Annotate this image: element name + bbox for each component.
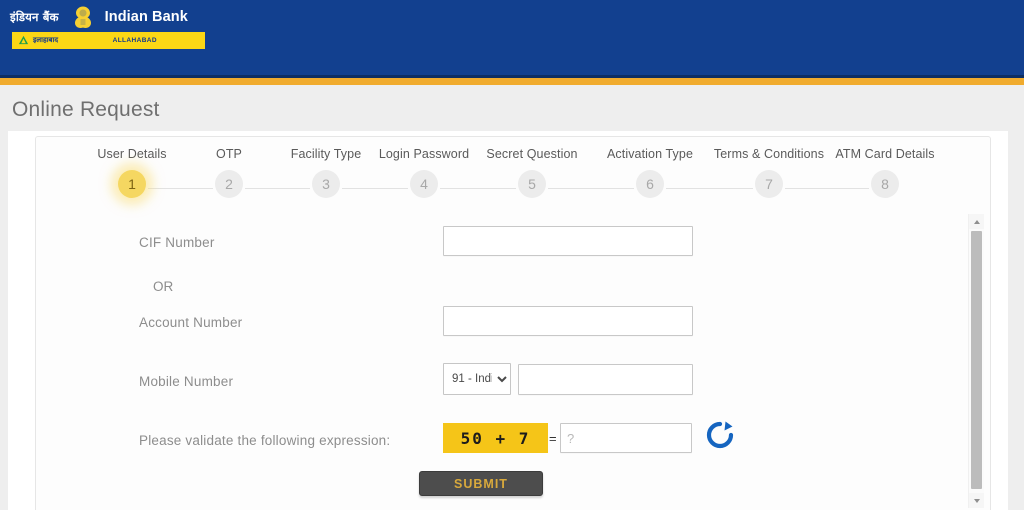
indian-bank-trefoil-logo-icon [74,6,91,28]
page-title: Online Request [12,98,160,121]
cif-number-label: CIF Number [139,235,215,250]
step-number-circle[interactable]: 5 [518,170,546,198]
country-code-select[interactable]: 91 - Indi91 - India [443,363,511,395]
step-label: Activation Type [606,147,694,161]
step-connector [666,188,753,189]
scrollbar-thumb[interactable] [971,231,982,489]
step-number-circle[interactable]: 1 [118,170,146,198]
stepper-step-terms-conditions[interactable]: Terms & Conditions 7 [704,147,834,198]
step-connector [785,188,869,189]
step-number-circle[interactable]: 8 [871,170,899,198]
captcha-expression: 50 + 7 [443,423,548,453]
stepper-step-secret-question[interactable]: Secret Question 5 [467,147,597,198]
step-label: Terms & Conditions [713,147,825,161]
header-gold-divider [0,78,1024,85]
cif-number-input[interactable] [443,226,693,256]
mobile-number-label: Mobile Number [139,374,234,389]
site-header: इंडियन बैंक Indian Bank इलाहाबाद ALLAHAB… [0,0,1024,75]
step-connector [245,188,310,189]
brand-name-hindi: इंडियन बैंक [10,9,59,24]
scroll-up-arrow-icon[interactable] [969,214,984,229]
brand-lockup[interactable]: इंडियन बैंक Indian Bank [10,4,188,30]
scroll-down-arrow-icon[interactable] [969,493,984,508]
step-number-circle[interactable]: 2 [215,170,243,198]
allahabad-sub-banner: इलाहाबाद ALLAHABAD [12,32,205,49]
step-connector [342,188,408,189]
sub-banner-hindi: इलाहाबाद [33,36,59,44]
step-label: ATM Card Details [835,147,935,161]
step-label: Secret Question [486,147,578,161]
online-request-card: User Details 1 OTP 2 Facility Type 3 Login Pas… [35,136,991,510]
refresh-captcha-icon[interactable] [703,420,737,450]
captcha-answer-input[interactable] [560,423,692,453]
stepper-step-activation-type[interactable]: Activation Type 6 [585,147,715,198]
step-connector [148,188,213,189]
submit-button[interactable]: SUBMIT [419,471,543,496]
account-number-input[interactable] [443,306,693,336]
captcha-prompt-label: Please validate the following expression… [139,433,391,448]
account-number-label: Account Number [139,315,243,330]
allahabad-bank-triangle-logo-icon [18,35,29,45]
mobile-number-input[interactable] [518,364,693,395]
brand-name-english: Indian Bank [104,9,188,25]
or-separator-label: OR [153,279,174,294]
stepper-step-atm-card-details[interactable]: ATM Card Details 8 [820,147,950,198]
sub-banner-english: ALLAHABAD [112,37,157,44]
step-connector [548,188,634,189]
step-number-circle[interactable]: 3 [312,170,340,198]
step-number-circle[interactable]: 7 [755,170,783,198]
step-number-circle[interactable]: 6 [636,170,664,198]
step-number-circle[interactable]: 4 [410,170,438,198]
step-connector [440,188,516,189]
captcha-equals-sign: = [549,431,557,446]
form-scrollbar[interactable] [968,214,984,508]
progress-stepper: User Details 1 OTP 2 Facility Type 3 Login Pas… [36,137,990,205]
content-panel: User Details 1 OTP 2 Facility Type 3 Login Pas… [8,131,1008,510]
